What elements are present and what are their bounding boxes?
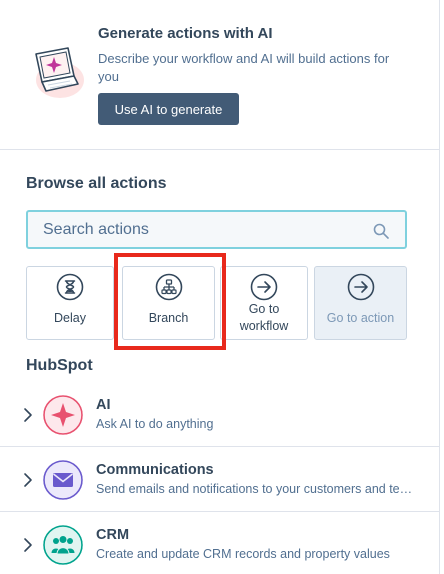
category-row-communications[interactable]: Communications Send emails and notificat…	[0, 448, 440, 512]
category-title: CRM	[96, 527, 130, 543]
action-tile-go-to-workflow[interactable]: Go to workflow	[220, 266, 308, 340]
category-row-ai[interactable]: AI Ask AI to do anything	[0, 383, 440, 447]
sparkle-icon	[43, 395, 83, 435]
people-icon	[43, 525, 83, 565]
use-ai-to-generate-button[interactable]: Use AI to generate	[98, 93, 239, 125]
category-row-crm[interactable]: CRM Create and update CRM records and pr…	[0, 513, 440, 574]
hubspot-heading: HubSpot	[26, 357, 93, 374]
tile-label: Go to workflow	[239, 302, 289, 333]
action-tile-go-to-action[interactable]: Go to action	[314, 266, 407, 340]
category-description: Create and update CRM records and proper…	[96, 547, 390, 561]
ai-promo-title: Generate actions with AI	[98, 25, 273, 42]
arrow-right-circle-icon	[347, 273, 374, 301]
chevron-right-icon	[24, 473, 32, 487]
chevron-right-icon	[24, 408, 32, 422]
chevron-right-icon	[24, 538, 32, 552]
arrow-right-circle-icon	[250, 273, 278, 301]
laptop-sparkle-icon	[35, 47, 84, 98]
search-icon[interactable]	[373, 223, 389, 239]
action-tile-delay[interactable]: Delay	[26, 266, 114, 340]
browse-all-actions-heading: Browse all actions	[26, 175, 167, 192]
highlight-box	[114, 253, 226, 350]
hourglass-icon	[56, 273, 84, 301]
category-title: AI	[96, 397, 111, 413]
envelope-icon	[43, 460, 83, 500]
tile-label: Go to action	[326, 311, 395, 325]
search-actions-input[interactable]	[28, 212, 405, 247]
tile-label: Delay	[54, 311, 86, 325]
category-description: Send emails and notifications to your cu…	[96, 482, 416, 496]
ai-promo-description: Describe your workflow and AI will build…	[98, 51, 390, 84]
search-box	[26, 210, 407, 249]
ai-promo-card: Generate actions with AI Describe your w…	[0, 0, 440, 150]
actions-panel: Generate actions with AI Describe your w…	[0, 0, 440, 574]
category-title: Communications	[96, 462, 214, 478]
category-description: Ask AI to do anything	[96, 417, 214, 431]
